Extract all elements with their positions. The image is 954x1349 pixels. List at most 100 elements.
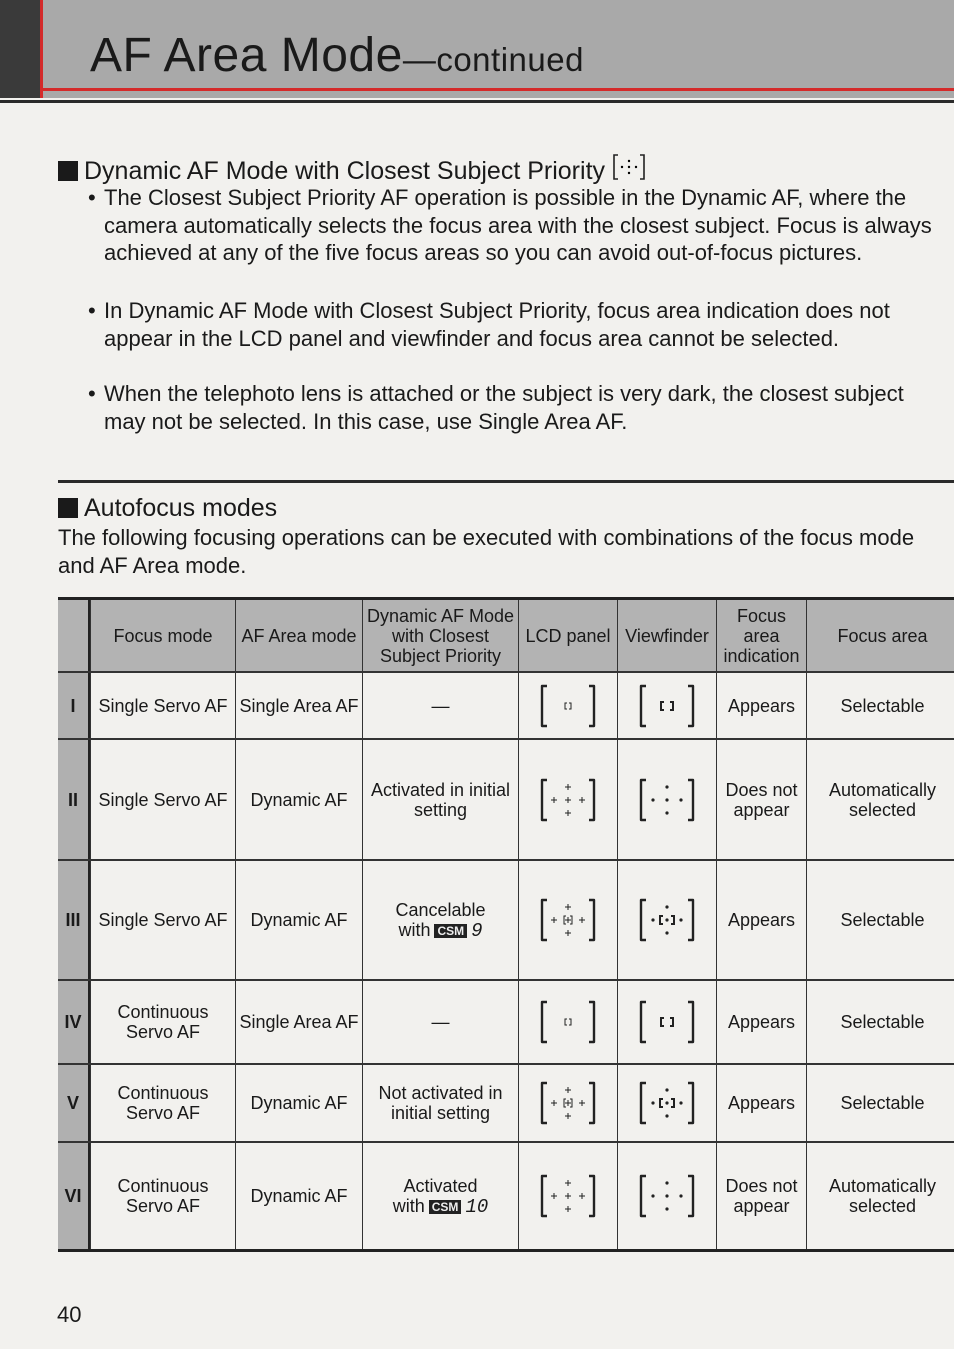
title-text: AF Area Mode: [90, 29, 403, 82]
header-cell: Dynamic AF Mode with Closest Subject Pri…: [362, 600, 518, 671]
table-row: II Single Servo AF Dynamic AF Activated in …: [58, 740, 954, 861]
row-number: V: [58, 1065, 90, 1141]
lcd-dynamic-center-focus-area-icon: [539, 1080, 597, 1126]
focus-area-cell: Automatically selected: [806, 740, 954, 859]
closest-subject-cell: —: [362, 673, 518, 738]
viewfinder-cell: [617, 1065, 716, 1141]
bullet-text: The Closest Subject Priority AF operatio…: [104, 185, 932, 265]
focus-area-indication-cell: Appears: [716, 981, 806, 1063]
table-row: V Continuous Servo AF Dynamic AF Not activa…: [58, 1065, 954, 1143]
header-cell: AF Area mode: [235, 600, 362, 671]
header-cell: Focus area: [806, 600, 954, 671]
viewfinder-single-focus-area-icon: [638, 999, 696, 1045]
bullet-item: • When the telephoto lens is attached or …: [88, 380, 933, 435]
page-title: AF Area Mode—continued: [90, 28, 584, 83]
table-row: I Single Servo AF Single Area AF — Appears Se…: [58, 673, 954, 740]
af-area-mode-cell: Dynamic AF: [235, 1065, 362, 1141]
focus-mode-cell: Single Servo AF: [90, 673, 235, 738]
lcd-single-focus-area-icon: [539, 999, 597, 1045]
viewfinder-cell: [617, 861, 716, 979]
viewfinder-single-focus-area-icon: [638, 683, 696, 729]
focus-area-cell: Automatically selected: [806, 1143, 954, 1249]
closest-subject-cell: Not activated in initial setting: [362, 1065, 518, 1141]
header-tab: [0, 0, 40, 98]
table-header-row: Focus mode AF Area mode Dynamic AF Mode …: [58, 600, 954, 673]
viewfinder-dynamic-focus-area-icon: [638, 777, 696, 823]
closest-subject-cell: Activated in initial setting: [362, 740, 518, 859]
heading-text: Autofocus modes: [84, 494, 278, 522]
section-text: The following focusing operations can be…: [58, 525, 915, 578]
bullet-item: • The Closest Subject Priority AF operati…: [88, 185, 932, 265]
header-accent-line: [40, 0, 43, 98]
focus-area-cell: Selectable: [806, 861, 954, 979]
header-cell: [58, 600, 90, 671]
square-bullet-icon: [58, 161, 78, 181]
viewfinder-dynamic-center-focus-area-icon: [638, 897, 696, 943]
square-bullet-icon: [58, 498, 78, 518]
closest-subject-text: Cancelable with CSM 9: [395, 899, 486, 942]
header-accent-line: [40, 88, 954, 91]
focus-mode-cell: Continuous Servo AF: [90, 1143, 235, 1249]
focus-area-indication-cell: Appears: [716, 673, 806, 738]
focus-area-indication-cell: Does not appear: [716, 740, 806, 859]
af-area-mode-cell: Single Area AF: [235, 673, 362, 738]
lcd-panel-cell: [518, 740, 617, 859]
lcd-panel-cell: [518, 981, 617, 1063]
dynamic-closest-subject-icon: [613, 154, 645, 180]
section-heading-autofocus-modes: Autofocus modes: [58, 494, 277, 523]
focus-area-cell: Selectable: [806, 1065, 954, 1141]
row-number: III: [58, 861, 90, 979]
header-cell: Viewfinder: [617, 600, 716, 671]
viewfinder-cell: [617, 673, 716, 738]
closest-subject-cell: —: [362, 981, 518, 1063]
lcd-single-focus-area-icon: [539, 683, 597, 729]
viewfinder-cell: [617, 740, 716, 859]
lcd-panel-cell: [518, 1143, 617, 1249]
lcd-dynamic-focus-area-icon: [539, 1173, 597, 1219]
row-number: IV: [58, 981, 90, 1063]
lcd-panel-cell: [518, 861, 617, 979]
af-area-mode-cell: Dynamic AF: [235, 1143, 362, 1249]
header-cell: Focus mode: [90, 600, 235, 671]
focus-area-cell: Selectable: [806, 981, 954, 1063]
closest-subject-text: —: [431, 695, 450, 716]
csm-number: 9: [471, 919, 483, 942]
closest-subject-text: Activated in initial setting: [370, 779, 511, 820]
section-heading-closest-subject: Dynamic AF Mode with Closest Subject Pri…: [58, 153, 646, 186]
af-area-mode-cell: Dynamic AF: [235, 861, 362, 979]
csm-badge: CSM: [428, 1199, 462, 1214]
lcd-dynamic-focus-area-icon: [539, 777, 597, 823]
focus-area-indication-cell: Appears: [716, 1065, 806, 1141]
focus-mode-cell: Continuous Servo AF: [90, 1065, 235, 1141]
lcd-dynamic-center-focus-area-icon: [539, 897, 597, 943]
lcd-panel-cell: [518, 1065, 617, 1141]
bullet-text: In Dynamic AF Mode with Closest Subject …: [104, 298, 890, 351]
csm-badge: CSM: [434, 923, 468, 938]
closest-subject-text: Activated with CSM 10: [392, 1175, 489, 1218]
closest-subject-cell: Cancelable with CSM 9: [362, 861, 518, 979]
focus-mode-cell: Single Servo AF: [90, 740, 235, 859]
section-divider: [58, 480, 954, 483]
af-area-mode-cell: Dynamic AF: [235, 740, 362, 859]
row-number: II: [58, 740, 90, 859]
page-header: AF Area Mode—continued: [0, 0, 954, 98]
focus-area-cell: Selectable: [806, 673, 954, 738]
table-row: IV Continuous Servo AF Single Area AF — Appe…: [58, 981, 954, 1065]
closest-subject-cell: Activated with CSM 10: [362, 1143, 518, 1249]
title-subtitle: —continued: [402, 41, 584, 78]
row-number: VI: [58, 1143, 90, 1249]
csm-number: 10: [465, 1195, 489, 1218]
af-area-mode-cell: Single Area AF: [235, 981, 362, 1063]
focus-area-indication-cell: Appears: [716, 861, 806, 979]
viewfinder-dynamic-focus-area-icon: [638, 1173, 696, 1219]
focus-mode-cell: Single Servo AF: [90, 861, 235, 979]
page-number: 40: [57, 1302, 82, 1327]
closest-subject-text: Not activated in initial setting: [378, 1083, 503, 1123]
autofocus-modes-table: Focus mode AF Area mode Dynamic AF Mode …: [58, 597, 954, 1252]
viewfinder-dynamic-center-focus-area-icon: [638, 1080, 696, 1126]
viewfinder-cell: [617, 981, 716, 1063]
header-cell: Focus area indication: [716, 600, 806, 671]
bullet-item: • In Dynamic AF Mode with Closest Subject…: [88, 297, 933, 352]
header-divider: [0, 100, 954, 103]
focus-mode-cell: Continuous Servo AF: [90, 981, 235, 1063]
